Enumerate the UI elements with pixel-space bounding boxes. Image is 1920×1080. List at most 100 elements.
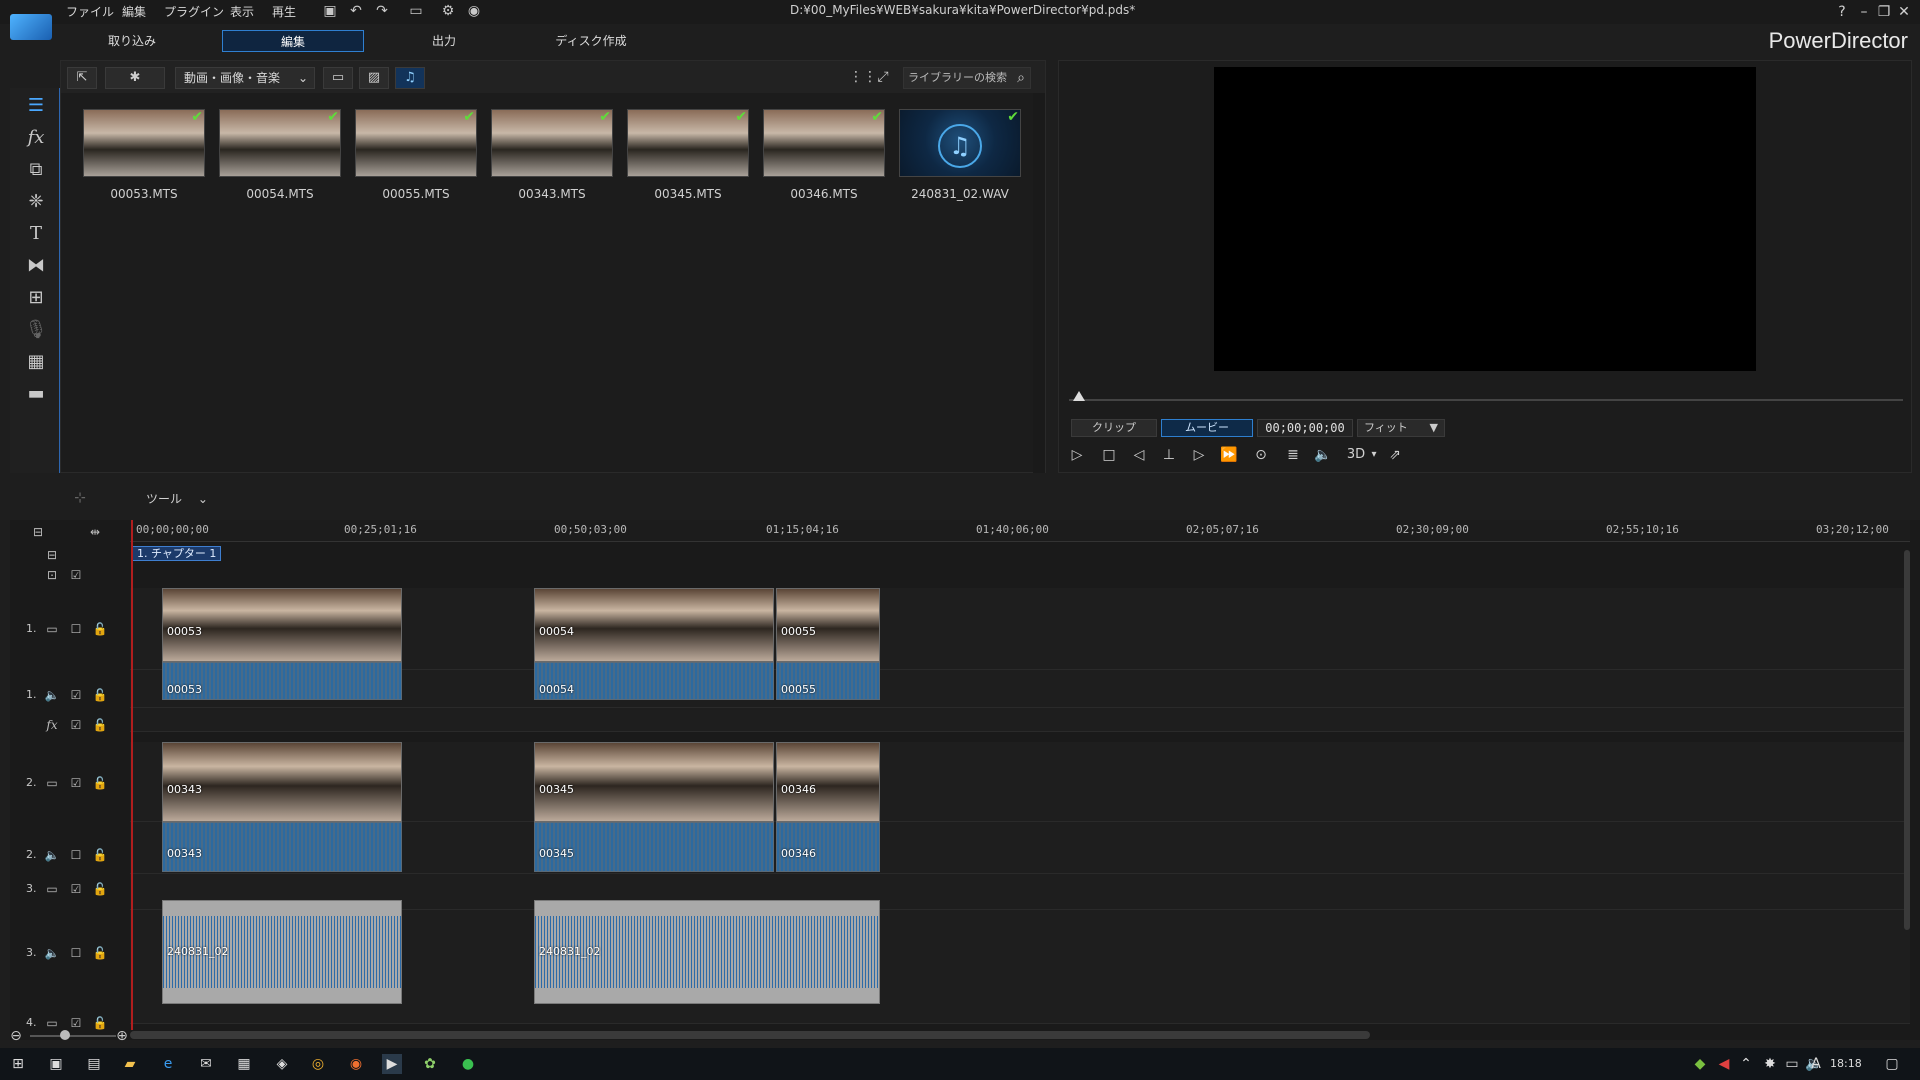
effect-track[interactable] xyxy=(130,708,1910,732)
stop-icon[interactable]: □ xyxy=(1099,445,1119,465)
filter-video-button[interactable]: ▭ xyxy=(323,67,353,89)
firefox-icon[interactable]: ◉ xyxy=(346,1054,366,1074)
split-icon[interactable]: ⊥ xyxy=(1159,445,1179,465)
settings-icon[interactable]: ⚙ xyxy=(440,3,456,19)
track-enable-checkbox[interactable]: ☐ xyxy=(68,621,84,637)
lock-icon[interactable]: 🔓 xyxy=(92,1015,108,1031)
video-clip[interactable]: 00055 xyxy=(776,588,880,662)
next-frame-icon[interactable]: ▷ xyxy=(1189,445,1209,465)
zoom-slider[interactable] xyxy=(30,1035,116,1037)
3d-mode-button[interactable]: 3D xyxy=(1343,445,1369,465)
tray-icon[interactable]: ◀ xyxy=(1714,1054,1734,1074)
title-room-icon[interactable]: T xyxy=(24,222,48,246)
chrome-icon[interactable]: ◎ xyxy=(308,1054,328,1074)
lock-icon[interactable]: 🔓 xyxy=(92,717,108,733)
track-enable-checkbox[interactable]: ☑ xyxy=(68,687,84,703)
tab-produce[interactable]: 出力 xyxy=(400,30,488,52)
redo-icon[interactable]: ↷ xyxy=(374,3,390,19)
video-clip[interactable]: 00053 xyxy=(162,588,402,662)
expand-library-icon[interactable]: ⤢ xyxy=(875,69,891,85)
media-item[interactable]: ✔ 00053.MTS xyxy=(83,109,205,209)
aspect-ratio-icon[interactable]: ▭ xyxy=(404,3,428,19)
track-enable-checkbox[interactable]: ☐ xyxy=(68,945,84,961)
video-clip[interactable]: 00054 xyxy=(534,588,774,662)
windows-start-icon[interactable]: ⊞ xyxy=(8,1054,28,1074)
audio-clip[interactable]: 00345 xyxy=(534,822,774,872)
lock-icon[interactable]: 🔓 xyxy=(92,775,108,791)
tools-menu[interactable]: ツール ⌄ xyxy=(146,490,208,507)
edge-browser-icon[interactable]: e xyxy=(158,1054,178,1074)
timeline-vertical-scrollbar[interactable] xyxy=(1904,550,1910,930)
subtitle-room-icon[interactable]: ▬ xyxy=(24,382,48,406)
mail-icon[interactable]: ✉ xyxy=(196,1054,216,1074)
media-item[interactable]: ♫ ✔ 240831_02.WAV xyxy=(899,109,1021,209)
media-filter-select[interactable]: 動画・画像・音楽 ⌄ xyxy=(175,67,315,89)
help-icon[interactable]: ? xyxy=(1834,4,1850,20)
dropdown-arrow-icon[interactable]: ▾ xyxy=(1369,445,1379,465)
library-search-input[interactable]: ライブラリーの検索 xyxy=(903,67,1031,89)
audio-clip[interactable]: 00054 xyxy=(534,662,774,700)
tab-create-disc[interactable]: ディスク作成 xyxy=(546,30,636,52)
time-ruler[interactable]: 00;00;00;00 00;25;01;16 00;50;03;00 01;1… xyxy=(130,520,1910,542)
zoom-out-icon[interactable]: ⊖ xyxy=(8,1028,24,1044)
filter-image-button[interactable]: ▨ xyxy=(359,67,389,89)
pip-room-icon[interactable]: ⧉ xyxy=(24,158,48,182)
seek-handle[interactable] xyxy=(1073,391,1085,401)
grid-view-icon[interactable]: ⋮⋮ xyxy=(849,69,877,85)
taskbar-app-icon[interactable]: ◈ xyxy=(272,1054,292,1074)
play-icon[interactable]: ▷ xyxy=(1067,445,1087,465)
media-item[interactable]: ✔ 00343.MTS xyxy=(491,109,613,209)
search-icon[interactable]: ⌕ xyxy=(1013,70,1029,86)
ime-indicator[interactable]: A xyxy=(1806,1054,1826,1074)
fit-timeline-icon[interactable]: ⇹ xyxy=(80,524,110,540)
taskbar-app-icon[interactable]: ▣ xyxy=(46,1054,66,1074)
taskbar-app-icon[interactable]: ✿ xyxy=(420,1054,440,1074)
undo-icon[interactable]: ↶ xyxy=(348,3,364,19)
restore-icon[interactable]: ❐ xyxy=(1876,4,1892,20)
plugin-button[interactable]: ✱ xyxy=(105,67,165,89)
lock-icon[interactable]: 🔓 xyxy=(92,847,108,863)
video-clip[interactable]: 00346 xyxy=(776,742,880,822)
voiceover-icon[interactable]: 🎙 xyxy=(24,318,48,342)
snap-icon[interactable]: ⊹ xyxy=(72,490,88,506)
lock-icon[interactable]: 🔓 xyxy=(92,881,108,897)
media-item[interactable]: ✔ 00054.MTS xyxy=(219,109,341,209)
fast-forward-icon[interactable]: ⏩ xyxy=(1219,445,1239,465)
powerdirector-taskbar-icon[interactable]: ▶ xyxy=(382,1054,402,1074)
volume-icon[interactable]: 🔈 xyxy=(1313,445,1333,465)
close-icon[interactable]: ✕ xyxy=(1896,4,1912,20)
snapshot-icon[interactable]: ⊙ xyxy=(1251,445,1271,465)
particle-room-icon[interactable]: ❈ xyxy=(24,190,48,214)
track-enable-checkbox[interactable]: ☑ xyxy=(68,567,84,583)
track-enable-checkbox[interactable]: ☑ xyxy=(68,881,84,897)
subtitle-toggle-icon[interactable]: ≣ xyxy=(1283,445,1303,465)
tray-icon[interactable]: ✸ xyxy=(1760,1054,1780,1074)
menu-plugins[interactable]: プラグイン xyxy=(164,3,224,20)
zoom-fit-select[interactable]: フィット ▼ xyxy=(1357,419,1445,437)
lock-icon[interactable]: 🔓 xyxy=(92,687,108,703)
video-clip[interactable]: 00345 xyxy=(534,742,774,822)
playhead[interactable] xyxy=(131,520,133,1030)
audio-clip[interactable]: 240831_02 xyxy=(534,900,880,1004)
lock-icon[interactable]: 🔓 xyxy=(92,621,108,637)
timeline-horizontal-scrollbar[interactable] xyxy=(130,1031,1370,1039)
media-item[interactable]: ✔ 00345.MTS xyxy=(627,109,749,209)
library-scrollbar[interactable] xyxy=(1033,93,1045,473)
network-icon[interactable]: ▭ xyxy=(1782,1054,1802,1074)
tab-capture[interactable]: 取り込み xyxy=(88,30,176,52)
notification-icon[interactable]: ◉ xyxy=(466,3,482,19)
media-item[interactable]: ✔ 00346.MTS xyxy=(763,109,885,209)
zoom-in-icon[interactable]: ⊕ xyxy=(114,1028,130,1044)
track-enable-checkbox[interactable]: ☑ xyxy=(68,1015,84,1031)
undock-preview-icon[interactable]: ⇗ xyxy=(1385,445,1405,465)
taskbar-clock[interactable]: 18:18 xyxy=(1830,1057,1862,1070)
tray-chevron-icon[interactable]: ⌃ xyxy=(1736,1054,1756,1074)
track-enable-checkbox[interactable]: ☑ xyxy=(68,717,84,733)
timeline-view-icon[interactable]: ⊟ xyxy=(30,524,46,540)
zoom-slider-handle[interactable] xyxy=(60,1030,70,1040)
file-explorer-icon[interactable]: ▰ xyxy=(120,1054,140,1074)
preview-timecode[interactable]: 00;00;00;00 xyxy=(1257,419,1353,437)
menu-playback[interactable]: 再生 xyxy=(272,3,296,20)
previous-frame-icon[interactable]: ◁ xyxy=(1129,445,1149,465)
notification-center-icon[interactable]: ▢ xyxy=(1882,1054,1902,1074)
